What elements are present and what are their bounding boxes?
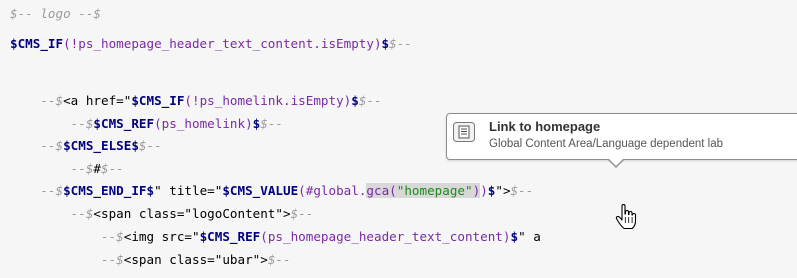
code-token: --$ <box>40 138 64 153</box>
code-token: <a href=" <box>63 93 132 108</box>
code-token: $-- <box>389 36 412 51</box>
code-token: $-- <box>260 116 284 131</box>
code-token: --$ <box>101 252 124 267</box>
code-line[interactable]: $-- logo --$ <box>10 6 101 22</box>
code-token: $CMS_IF <box>10 36 64 51</box>
code-line[interactable]: --$$CMS_REF(ps_homelink)$$-- <box>10 116 283 132</box>
code-line[interactable]: $CMS_IF(!ps_homepage_header_text_content… <box>10 36 412 52</box>
code-token: --$ <box>40 183 64 198</box>
tooltip-popup: Link to homepage Global Content Area/Lan… <box>446 113 797 168</box>
code-token: $CMS_REF <box>199 229 261 244</box>
code-token: $ <box>381 36 390 51</box>
code-token: ) <box>480 183 488 198</box>
code-token: $-- <box>510 183 534 198</box>
code-token: $-- <box>267 252 291 267</box>
code-token: "> <box>495 183 511 198</box>
code-token: (ps_homepage_header_text_content) <box>260 229 511 244</box>
code-line[interactable]: --$<img src="$CMS_REF(ps_homepage_header… <box>10 229 541 245</box>
code-token: " title=" <box>154 183 223 198</box>
code-token: (!ps_homepage_header_text_content.isEmpt… <box>63 36 382 51</box>
code-token: (ps_homelink) <box>154 116 253 131</box>
code-token: $-- <box>358 93 382 108</box>
code-line[interactable]: --$$CMS_END_IF$" title="$CMS_VALUE(#glob… <box>10 183 533 199</box>
code-token: $-- <box>138 138 162 153</box>
code-line[interactable]: --$<a href="$CMS_IF(!ps_homelink.isEmpty… <box>10 93 382 109</box>
code-token: <img src=" <box>123 229 200 244</box>
tooltip-description: Global Content Area/Language dependent l… <box>489 138 724 150</box>
code-token: $ <box>351 93 359 108</box>
code-token: gca( <box>366 183 397 198</box>
hand-pointer-icon <box>615 203 637 230</box>
code-token: "homepage" <box>396 183 473 198</box>
code-token: " a <box>518 229 541 244</box>
code-token: --$ <box>40 93 64 108</box>
code-line[interactable]: --$<span class="logoContent">$-- <box>10 206 314 222</box>
code-token: $CMS_END_IF$ <box>63 183 155 198</box>
code-token: (#global. <box>298 183 367 198</box>
code-token: --$ <box>101 229 124 244</box>
code-token: <span class="logoContent"> <box>93 206 291 221</box>
document-icon <box>453 122 475 142</box>
code-token: $-- <box>101 161 124 176</box>
code-token: (!ps_homelink.isEmpty) <box>184 93 352 108</box>
code-token: $CMS_REF <box>93 116 155 131</box>
code-token: $-- <box>290 206 314 221</box>
code-line[interactable]: --$$CMS_ELSE$$-- <box>10 138 162 154</box>
code-line[interactable]: --$#$-- <box>10 161 124 177</box>
code-line[interactable]: --$<span class="ubar">$-- <box>10 252 291 268</box>
code-token: $CMS_ELSE$ <box>63 138 139 153</box>
code-token: $CMS_VALUE <box>222 183 299 198</box>
tooltip-title: Link to homepage <box>489 119 601 134</box>
tooltip-arrow-fill <box>608 158 624 166</box>
code-token: $ <box>510 229 519 244</box>
code-token: --$ <box>70 161 94 176</box>
code-token: --$ <box>70 206 94 221</box>
code-token: # <box>93 161 102 176</box>
code-token: <span class="ubar"> <box>123 252 268 267</box>
code-token: $-- logo --$ <box>10 6 101 21</box>
code-token: --$ <box>70 116 94 131</box>
code-token: $CMS_IF <box>131 93 185 108</box>
